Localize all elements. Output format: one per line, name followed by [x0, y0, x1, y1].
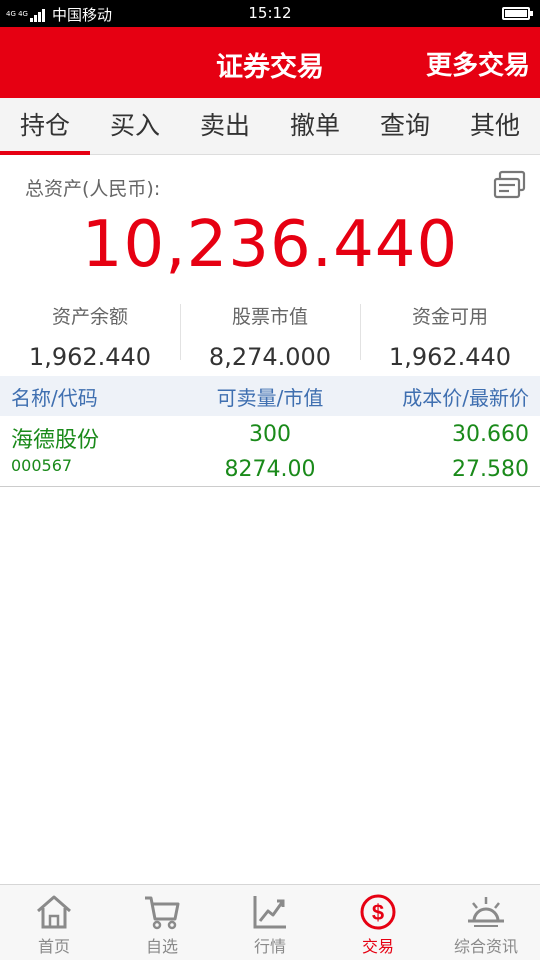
svg-text:$: $ — [372, 900, 384, 925]
sunrise-icon — [468, 897, 504, 927]
summary-value: 8,274.000 — [208, 343, 332, 371]
summary-value: 1,962.440 — [388, 343, 512, 371]
summary-label: 资金可用 — [411, 306, 488, 328]
summary-stock-value: 股票市值 8,274.000 — [180, 298, 360, 371]
nav-home[interactable]: 首页 — [0, 885, 108, 960]
statement-icon[interactable] — [493, 170, 527, 202]
table-row[interactable]: 海德股份 000567 300 8274.00 30.660 27.580 — [0, 416, 540, 487]
cart-icon — [145, 896, 180, 930]
app-header: 证券交易 更多交易 — [0, 27, 540, 98]
total-assets-value: 10,236.440 — [81, 208, 459, 282]
column-header-cost: 成本价/最新价 — [402, 386, 529, 410]
last-price: 27.580 — [452, 457, 529, 482]
battery-icon — [502, 7, 533, 20]
nav-label: 综合资讯 — [453, 937, 518, 956]
tab-query[interactable]: 查询 — [360, 98, 450, 154]
tab-buy[interactable]: 买入 — [90, 98, 180, 154]
trade-tabs: 持仓 买入 卖出 撤单 查询 其他 — [0, 98, 540, 155]
tab-holdings[interactable]: 持仓 — [0, 98, 90, 155]
cost-price: 30.660 — [452, 422, 529, 447]
tab-sell[interactable]: 卖出 — [180, 98, 270, 154]
asset-summary: 资产余额 1,962.440 股票市值 8,274.000 资金可用 1,962… — [0, 298, 540, 371]
summary-value: 1,962.440 — [28, 343, 152, 371]
nav-label: 交易 — [361, 937, 394, 956]
chart-icon — [253, 896, 286, 929]
status-bar: 4G 4G 中国移动 15:12 — [0, 0, 540, 27]
nav-news[interactable]: 综合资讯 — [432, 885, 540, 960]
nav-label: 首页 — [37, 937, 70, 956]
dollar-icon: $ — [360, 894, 396, 930]
tab-cancel-order[interactable]: 撤单 — [270, 98, 360, 154]
nav-trade[interactable]: $ 交易 — [324, 885, 432, 960]
summary-label: 资产余额 — [51, 306, 128, 328]
status-time: 15:12 — [248, 4, 292, 22]
total-assets-label: 总资产(人民币): — [25, 178, 161, 200]
screen: 4G 4G 中国移动 15:12 证券交易 更多交易 持仓 买入 卖出 撤单 查… — [0, 0, 540, 960]
nav-label: 行情 — [253, 937, 286, 956]
summary-balance: 资产余额 1,962.440 — [0, 298, 180, 371]
more-trading-button[interactable]: 更多交易 — [426, 45, 530, 82]
nav-label: 自选 — [145, 937, 178, 956]
home-icon — [37, 895, 71, 929]
holdings-table-header: 名称/代码 可卖量/市值 成本价/最新价 — [0, 376, 540, 416]
tab-other[interactable]: 其他 — [450, 98, 540, 154]
nav-market[interactable]: 行情 — [216, 885, 324, 960]
nav-watchlist[interactable]: 自选 — [108, 885, 216, 960]
summary-label: 股票市值 — [231, 306, 308, 328]
summary-available-funds: 资金可用 1,962.440 — [360, 298, 540, 371]
bottom-nav: 首页 自选 行情 $ 交易 综合资讯 — [0, 884, 540, 960]
